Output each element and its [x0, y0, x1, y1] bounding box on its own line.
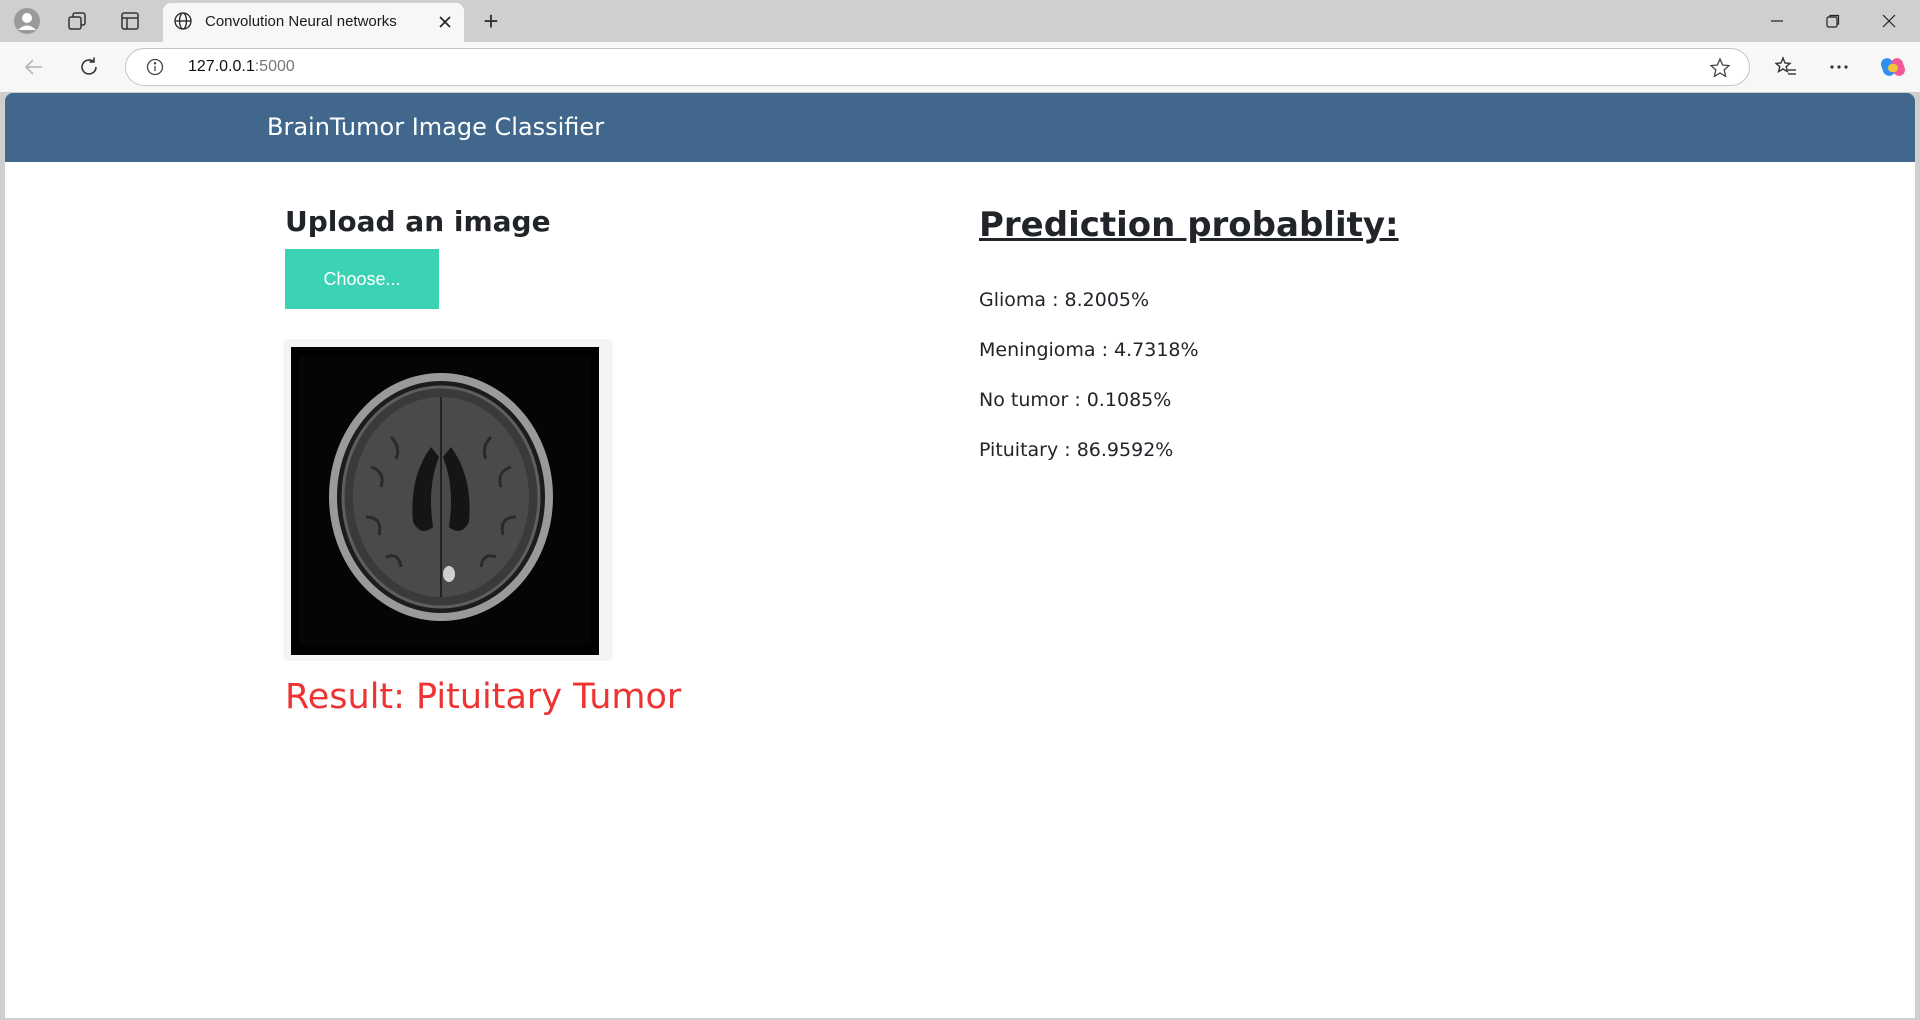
minimize-icon[interactable] [1757, 6, 1797, 36]
tab-title: Convolution Neural networks [205, 13, 397, 30]
url-host: 127.0.0.1 [188, 58, 255, 75]
reload-icon[interactable] [73, 52, 105, 82]
address-bar[interactable]: 127.0.0.1:5000 [125, 48, 1750, 86]
globe-icon [173, 11, 193, 31]
profile-icon[interactable] [12, 7, 42, 35]
favorites-icon[interactable] [1770, 52, 1802, 82]
result-text: Result: Pituitary Tumor [285, 677, 682, 717]
tab-actions-icon[interactable] [115, 7, 145, 35]
close-tab-icon[interactable] [434, 11, 456, 33]
prediction-pituitary: Pituitary : 86.9592% [979, 439, 1174, 461]
url-text: 127.0.0.1:5000 [188, 58, 295, 76]
browser-tab[interactable]: Convolution Neural networks [163, 3, 464, 42]
choose-file-button[interactable]: Choose... [285, 249, 439, 309]
more-icon[interactable] [1823, 52, 1855, 82]
upload-heading: Upload an image [285, 205, 551, 238]
site-header: BrainTumor Image Classifier [5, 93, 1915, 162]
workspaces-icon[interactable] [62, 7, 92, 35]
close-window-icon[interactable] [1869, 6, 1909, 36]
url-port: :5000 [254, 58, 295, 75]
info-icon[interactable] [146, 58, 164, 76]
image-preview [285, 341, 611, 659]
brand-title[interactable]: BrainTumor Image Classifier [267, 113, 604, 141]
prediction-heading: Prediction probablity: [979, 205, 1399, 245]
prediction-no-tumor: No tumor : 0.1085% [979, 389, 1172, 411]
new-tab-button[interactable]: + [476, 6, 506, 36]
prediction-glioma: Glioma : 8.2005% [979, 289, 1150, 311]
restore-icon[interactable] [1813, 6, 1853, 36]
navigation-bar: 127.0.0.1:5000 [0, 42, 1920, 92]
tab-bar: Convolution Neural networks + [0, 0, 1920, 42]
back-arrow-icon[interactable] [18, 52, 50, 82]
mri-scan-image [291, 347, 599, 655]
prediction-meningioma: Meningioma : 4.7318% [979, 339, 1199, 361]
copilot-icon[interactable] [1877, 52, 1909, 82]
page-viewport: BrainTumor Image Classifier Upload an im… [5, 93, 1915, 1018]
star-icon[interactable] [1709, 57, 1731, 79]
